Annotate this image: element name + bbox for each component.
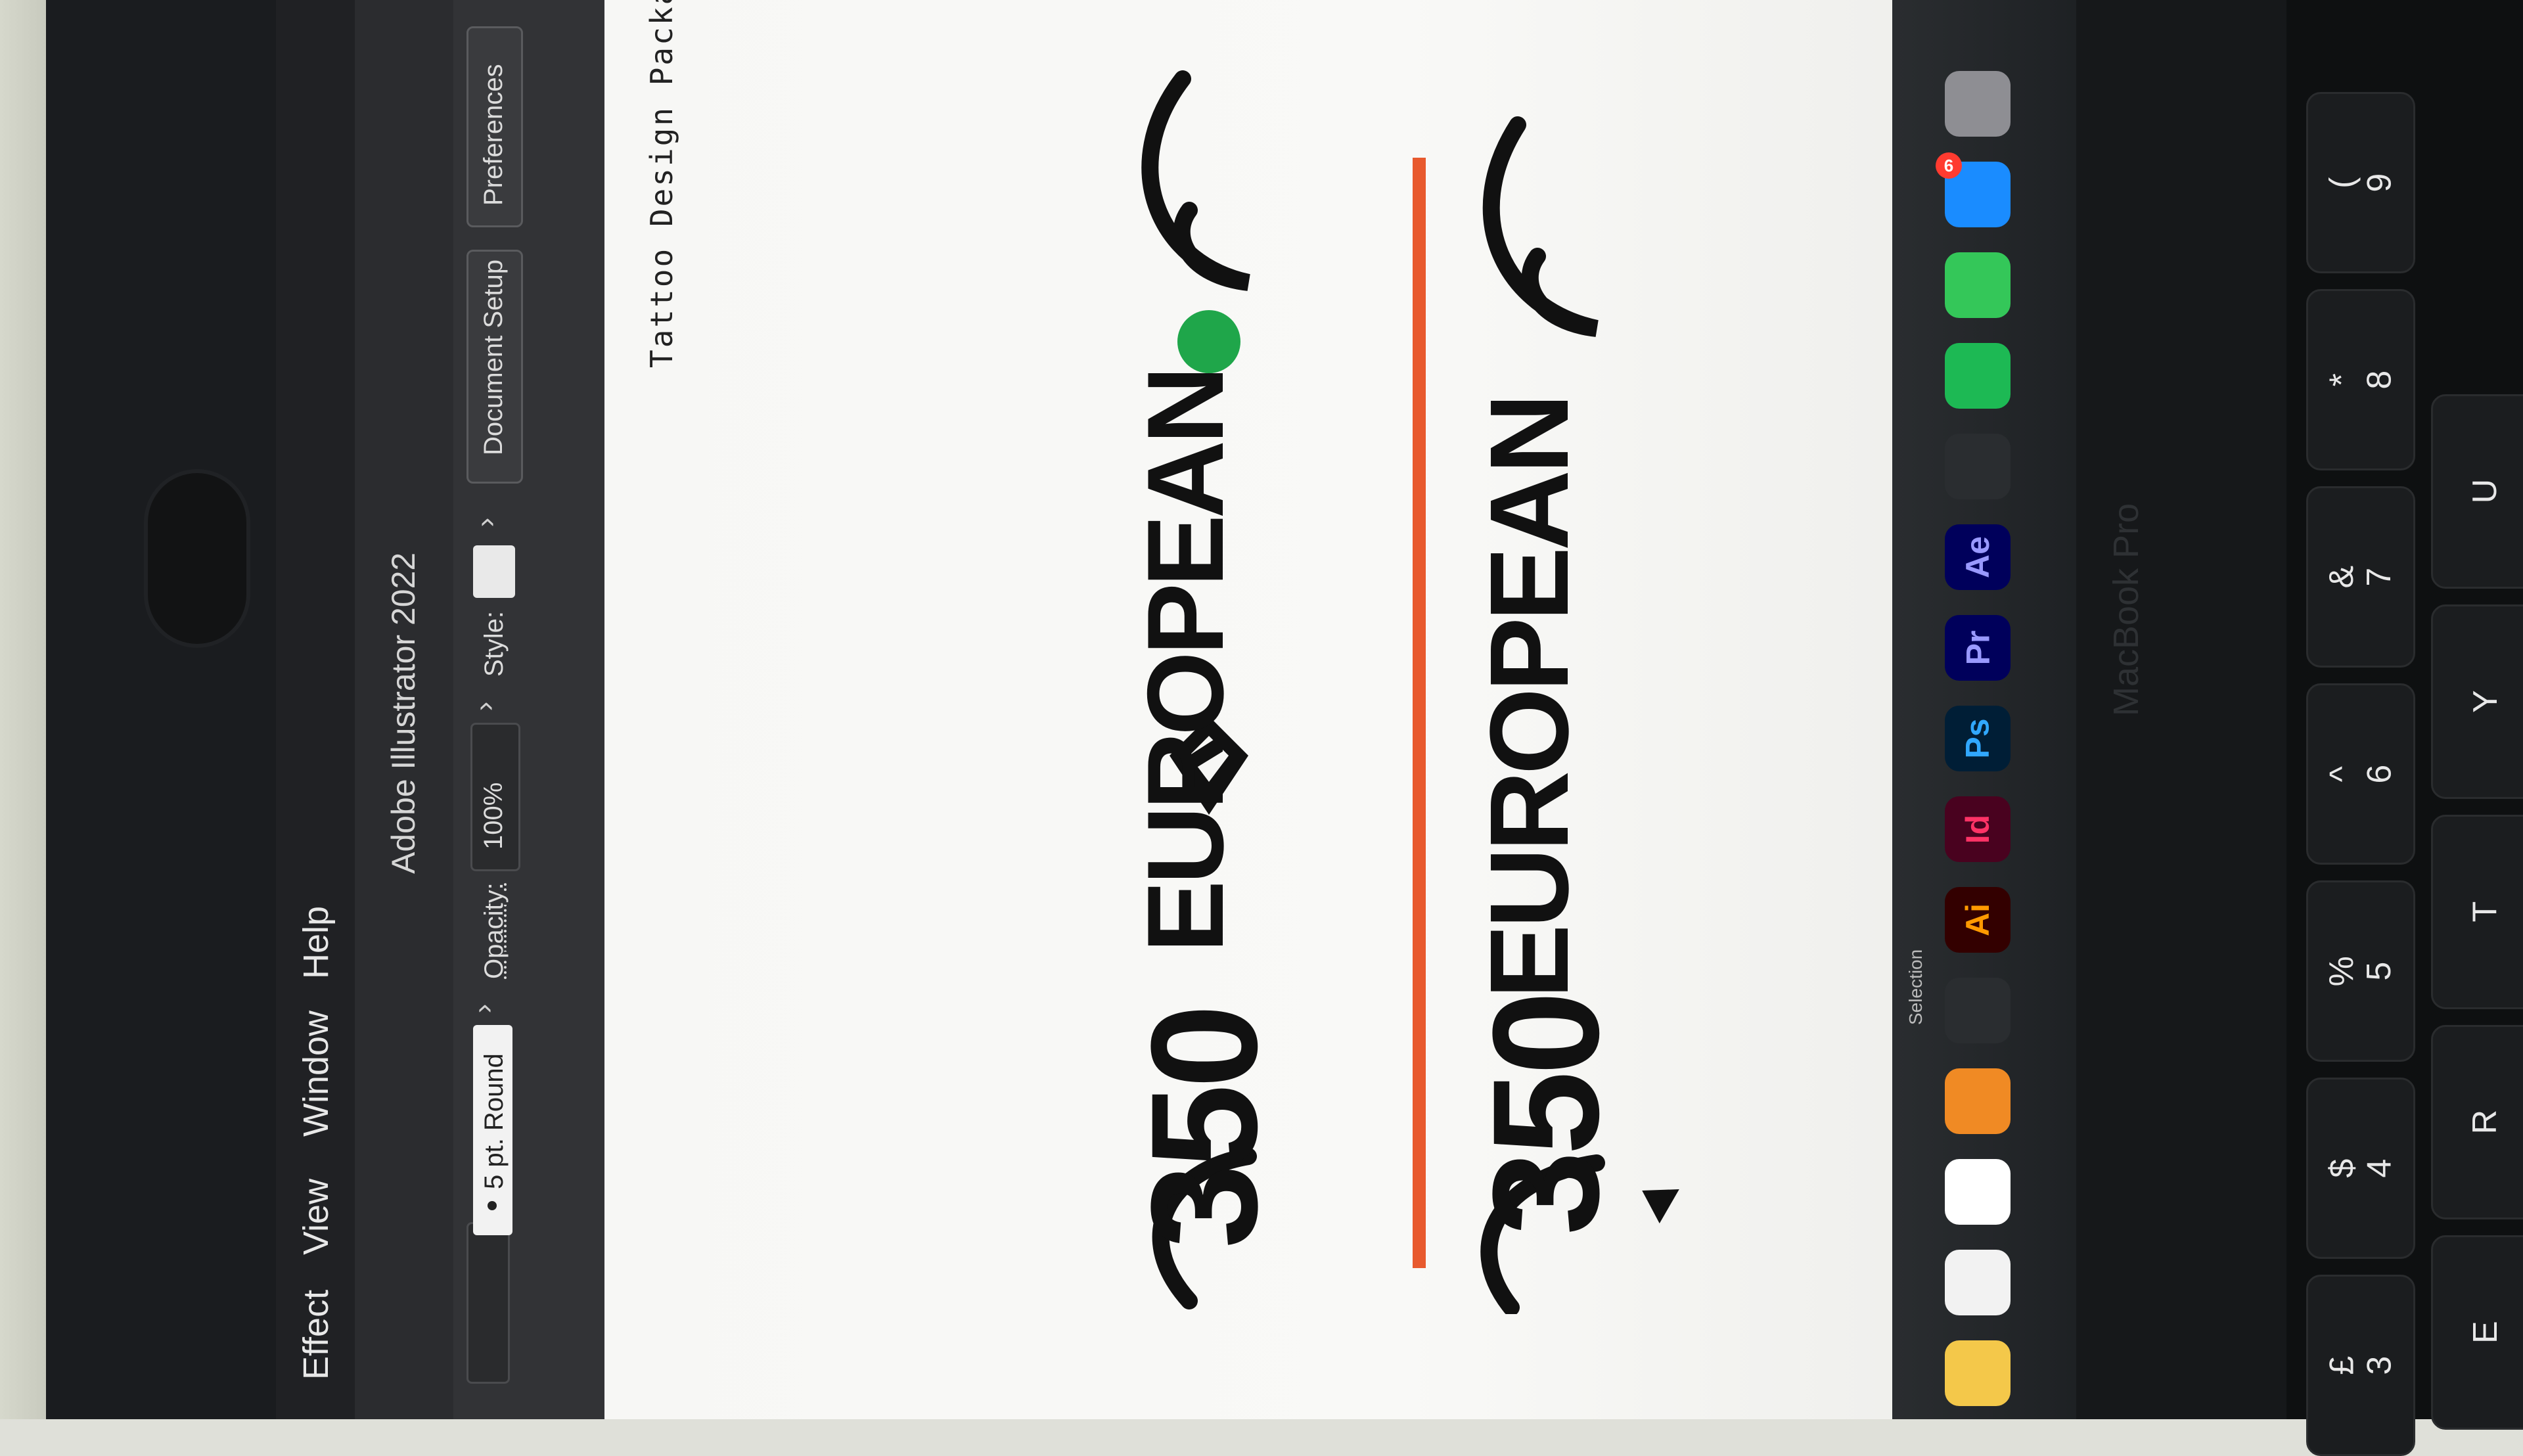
chevron-down-icon[interactable]: › xyxy=(466,1004,499,1014)
blender-icon[interactable] xyxy=(1945,978,2011,1043)
menu-window[interactable]: Window xyxy=(296,1011,336,1137)
document-setup-label: Document Setup xyxy=(479,260,508,455)
dock: Selection Ai Id Ps Pr Ae 6 xyxy=(1892,0,2076,1419)
device-brand: MacBook Pro xyxy=(2106,503,2146,716)
keyboard-key[interactable]: £ 3 xyxy=(2306,1275,2415,1456)
keyboard-letter-row: E R T Y U xyxy=(2431,0,2523,1430)
chevron-down-icon[interactable]: › xyxy=(468,702,501,712)
opacity-value: 100% xyxy=(479,782,508,850)
keyboard-key-label: Y xyxy=(2466,690,2505,714)
style-swatch[interactable] xyxy=(473,545,515,598)
keyboard-key-label: U xyxy=(2466,479,2505,504)
keyboard-key[interactable]: R xyxy=(2431,1025,2523,1219)
notes-icon[interactable] xyxy=(1945,1340,2011,1406)
app-store-icon[interactable]: 6 xyxy=(1936,152,2011,227)
after-effects-icon[interactable]: Ae xyxy=(1945,524,2011,590)
illustrator-icon[interactable]: Ai xyxy=(1945,887,2011,953)
highlight-dot xyxy=(1177,310,1240,373)
keyboard-key[interactable]: ^ 6 xyxy=(2306,683,2415,865)
keyboard-key-label: £ 3 xyxy=(2322,1355,2398,1375)
keyboard: £ 3 $ 4 % 5 ^ 6 & 7 * 8 ( 9 E R T Y U xyxy=(2286,0,2523,1456)
menu-effect[interactable]: Effect xyxy=(296,1290,336,1380)
keyboard-key[interactable]: $ 4 xyxy=(2306,1078,2415,1259)
lower-bezel: MacBook Pro xyxy=(2076,0,2300,1419)
keyboard-key-label: T xyxy=(2466,901,2505,922)
photoshop-icon[interactable]: Ps xyxy=(1945,706,2011,771)
keyboard-key-label: ( 9 xyxy=(2322,173,2398,193)
keyboard-key[interactable]: Y xyxy=(2431,604,2523,799)
top-logo-word: EUROPEAN xyxy=(1125,369,1246,953)
figma-icon[interactable] xyxy=(1945,434,2011,499)
keyboard-key-label: % 5 xyxy=(2322,955,2398,987)
vlc-orange-icon[interactable] xyxy=(1945,1068,2011,1134)
bottom-logo-word: EUROPEAN xyxy=(1467,397,1592,999)
reminders-icon[interactable] xyxy=(1945,1250,2011,1315)
document-setup-button[interactable]: Document Setup xyxy=(466,250,523,484)
system-settings-icon[interactable] xyxy=(1945,71,2011,137)
keyboard-key[interactable]: % 5 xyxy=(2306,880,2415,1062)
keyboard-key[interactable]: E xyxy=(2431,1235,2523,1430)
after-effects-label: Ae xyxy=(1959,536,1996,578)
brush-dropdown[interactable]: 5 pt. Round xyxy=(473,1025,512,1235)
keyboard-key-label: & 7 xyxy=(2322,565,2398,589)
camera-notch xyxy=(148,473,246,644)
photos-icon[interactable] xyxy=(1945,1159,2011,1225)
keyboard-key-label: R xyxy=(2466,1110,2505,1135)
keyboard-key[interactable]: & 7 xyxy=(2306,486,2415,668)
stroke-field[interactable] xyxy=(466,1222,510,1384)
background-wall xyxy=(0,0,53,1419)
photoshop-label: Ps xyxy=(1959,718,1996,759)
menu-bar: Effect View Window Help xyxy=(276,0,355,1419)
menu-view[interactable]: View xyxy=(296,1179,336,1255)
preferences-label: Preferences xyxy=(479,64,508,206)
keyboard-key-label: $ 4 xyxy=(2322,1158,2398,1178)
dock-apps: Ai Id Ps Pr Ae 6 xyxy=(1936,0,2024,1419)
brush-dot-icon xyxy=(488,1201,497,1210)
opacity-field[interactable]: 100% xyxy=(470,723,520,871)
brush-value: 5 pt. Round xyxy=(480,1053,509,1189)
keyboard-key[interactable]: * 8 xyxy=(2306,289,2415,470)
title-strip: Adobe Illustrator 2022 xyxy=(355,0,453,1419)
top-logo-number: 350 xyxy=(1120,1008,1288,1248)
illustrator-label: Ai xyxy=(1959,903,1996,936)
keyboard-key-label: E xyxy=(2466,1321,2505,1344)
guide-line[interactable] xyxy=(1413,158,1426,1268)
keyboard-key[interactable]: ( 9 xyxy=(2306,92,2415,273)
opacity-label[interactable]: Opacity: xyxy=(480,882,509,979)
keyboard-key-label: ^ 6 xyxy=(2322,764,2398,784)
indesign-label: Id xyxy=(1959,814,1996,844)
spotify-icon[interactable] xyxy=(1945,343,2011,409)
indesign-icon[interactable]: Id xyxy=(1945,796,2011,862)
keyboard-key[interactable]: U xyxy=(2431,394,2523,589)
premiere-icon[interactable]: Pr xyxy=(1945,615,2011,681)
style-label: Style: xyxy=(480,610,509,677)
premiere-label: Pr xyxy=(1959,630,1996,666)
menu-help[interactable]: Help xyxy=(296,906,336,979)
artboard[interactable]: Tattoo Design Package 350 EUROPEAN 350 E… xyxy=(604,0,1938,1419)
dock-side-label: Selection xyxy=(1905,949,1926,1025)
control-bar: 5 pt. Round › Opacity: 100% › Style: › D… xyxy=(453,0,607,1419)
notification-badge: 6 xyxy=(1936,152,1962,179)
keyboard-key-label: * 8 xyxy=(2322,370,2398,390)
preferences-button[interactable]: Preferences xyxy=(466,26,523,227)
bottom-logo-number: 350 xyxy=(1461,995,1630,1235)
chevron-down-icon[interactable]: › xyxy=(469,518,502,528)
keyboard-key[interactable]: T xyxy=(2431,815,2523,1009)
facetime-icon[interactable] xyxy=(1945,252,2011,318)
app-title: Adobe Illustrator 2022 xyxy=(385,552,422,874)
artboard-small-title: Tattoo Design Package xyxy=(644,0,679,368)
keyboard-number-row: £ 3 $ 4 % 5 ^ 6 & 7 * 8 ( 9 xyxy=(2306,0,2418,1456)
